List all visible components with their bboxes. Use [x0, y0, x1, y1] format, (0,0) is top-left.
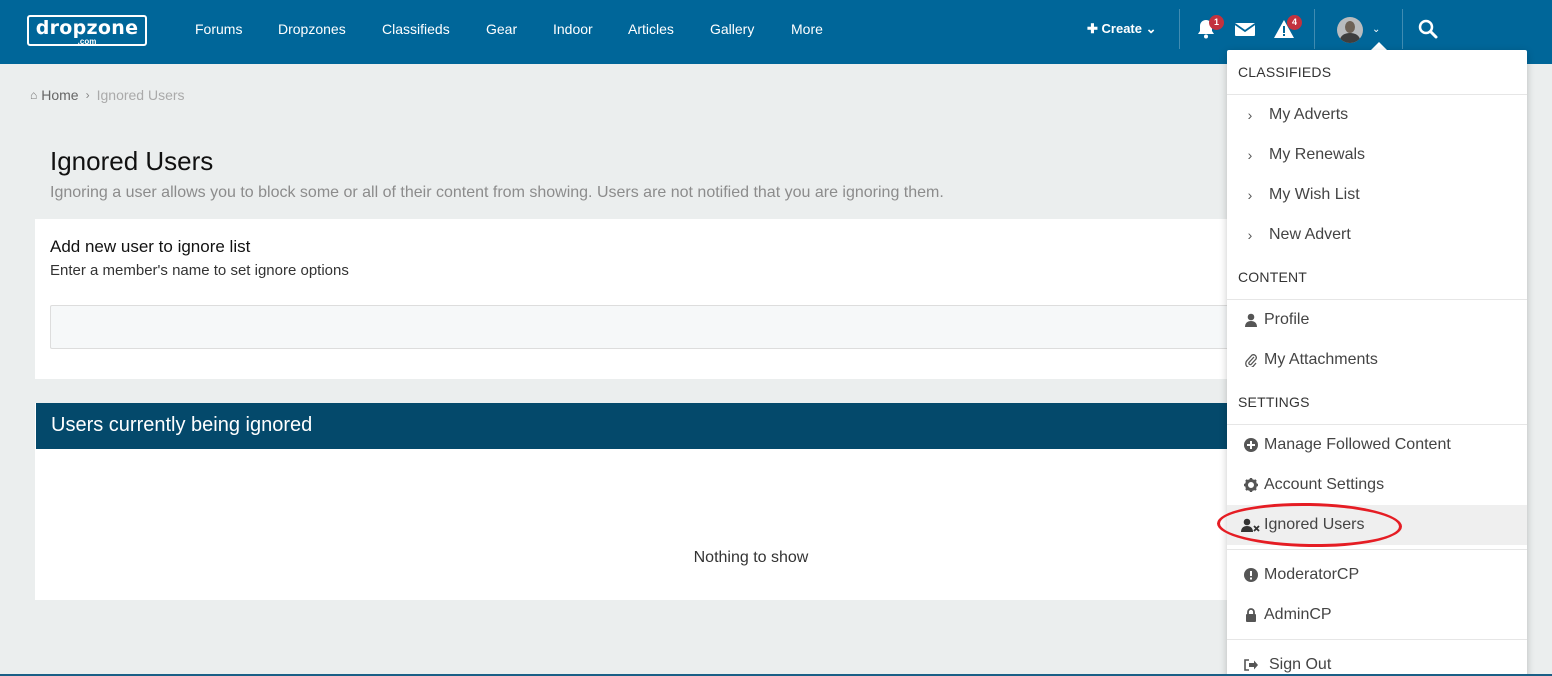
home-icon: ⌂	[30, 88, 38, 102]
chevron-down-icon[interactable]: ⌄	[1372, 24, 1380, 35]
ignored-users-title: Users currently being ignored	[51, 414, 313, 436]
sign-out-icon	[1241, 659, 1261, 671]
chevron-right-icon: ›	[1247, 187, 1253, 203]
menu-section-content: CONTENT	[1238, 269, 1308, 285]
menu-item-my-adverts[interactable]: › My Adverts	[1227, 95, 1527, 135]
nav-indoor[interactable]: Indoor	[553, 21, 593, 37]
menu-item-my-renewals[interactable]: › My Renewals	[1227, 135, 1527, 175]
add-ignore-box: Add new user to ignore list Enter a memb…	[35, 219, 1245, 379]
member-name-input[interactable]	[50, 305, 1245, 349]
menu-item-account-settings[interactable]: Account Settings	[1227, 465, 1527, 505]
menu-item-label: My Renewals	[1269, 146, 1366, 163]
paperclip-icon	[1241, 353, 1261, 367]
nav-dropzones[interactable]: Dropzones	[278, 21, 346, 37]
menu-item-new-advert[interactable]: › New Advert	[1227, 215, 1527, 255]
page-description: Ignoring a user allows you to block some…	[50, 184, 944, 201]
menu-divider	[1227, 639, 1527, 640]
gear-icon	[1241, 478, 1261, 492]
add-ignore-title: Add new user to ignore list	[50, 237, 251, 256]
header-divider	[1314, 9, 1315, 49]
logo-subtext: .com	[77, 37, 97, 46]
chevron-right-icon: ›	[1247, 227, 1253, 243]
bell-icon[interactable]: 1	[1195, 15, 1224, 40]
chevron-right-icon: ›	[1247, 107, 1253, 123]
menu-item-my-attachments[interactable]: My Attachments	[1227, 340, 1527, 380]
breadcrumb: ⌂ Home › Ignored Users	[30, 87, 185, 103]
menu-item-label: Manage Followed Content	[1264, 436, 1451, 453]
avatar[interactable]	[1337, 17, 1363, 43]
ignored-users-header: Users currently being ignored	[36, 403, 1245, 449]
create-label: Create	[1101, 21, 1142, 36]
nav-forums[interactable]: Forums	[195, 21, 242, 37]
chevron-right-icon: ›	[85, 88, 90, 102]
menu-item-label: My Wish List	[1269, 186, 1360, 203]
menu-item-label: My Attachments	[1264, 351, 1378, 368]
nav-articles[interactable]: Articles	[628, 21, 674, 37]
exclamation-circle-icon	[1241, 568, 1261, 582]
menu-item-label: Account Settings	[1264, 476, 1385, 493]
menu-item-admincp[interactable]: AdminCP	[1227, 595, 1527, 635]
nav-gear[interactable]: Gear	[486, 21, 517, 37]
user-icon	[1241, 313, 1261, 327]
breadcrumb-home[interactable]: Home	[41, 87, 78, 103]
add-ignore-subtitle: Enter a member's name to set ignore opti…	[50, 262, 349, 279]
menu-section-classifieds: CLASSIFIEDS	[1238, 64, 1332, 80]
reports-badge: 4	[1287, 15, 1302, 30]
logo-text: dropzone	[35, 17, 139, 39]
menu-item-profile[interactable]: Profile	[1227, 300, 1527, 340]
breadcrumb-current: Ignored Users	[96, 87, 185, 103]
menu-item-label: Sign Out	[1269, 656, 1332, 673]
menu-item-my-wish-list[interactable]: › My Wish List	[1227, 175, 1527, 215]
menu-item-moderatorcp[interactable]: ModeratorCP	[1227, 555, 1527, 595]
nav-more[interactable]: More	[791, 21, 823, 37]
chevron-down-icon: ⌄	[1141, 21, 1157, 36]
warning-icon[interactable]: 4	[1273, 15, 1302, 40]
menu-item-label: New Advert	[1269, 226, 1351, 243]
search-icon[interactable]	[1417, 18, 1439, 40]
menu-section-settings: SETTINGS	[1238, 394, 1310, 410]
plus-icon: ✚	[1087, 21, 1102, 36]
lock-icon	[1241, 608, 1261, 622]
chevron-right-icon: ›	[1247, 147, 1253, 163]
header-divider	[1402, 9, 1403, 49]
envelope-icon[interactable]	[1234, 18, 1256, 40]
notifications-badge: 1	[1209, 15, 1224, 30]
header-divider	[1179, 9, 1180, 49]
menu-item-label: My Adverts	[1269, 106, 1349, 123]
plus-circle-icon	[1241, 438, 1261, 452]
menu-item-label: ModeratorCP	[1264, 566, 1360, 583]
menu-item-sign-out[interactable]: Sign Out	[1227, 645, 1527, 676]
site-logo[interactable]: dropzone .com	[27, 15, 147, 46]
ignored-users-panel: Users currently being ignored Nothing to…	[35, 403, 1245, 600]
menu-divider	[1227, 549, 1527, 550]
menu-item-manage-followed-content[interactable]: Manage Followed Content	[1227, 425, 1527, 465]
create-button[interactable]: ✚ Create ⌄	[1087, 21, 1157, 37]
page-title: Ignored Users	[50, 146, 214, 176]
user-menu-dropdown: CLASSIFIEDS › My Adverts › My Renewals › My…	[1227, 50, 1527, 676]
menu-item-label: Profile	[1264, 311, 1310, 328]
nav-classifieds[interactable]: Classifieds	[382, 21, 450, 37]
menu-item-label: AdminCP	[1264, 606, 1332, 623]
nav-gallery[interactable]: Gallery	[710, 21, 754, 37]
